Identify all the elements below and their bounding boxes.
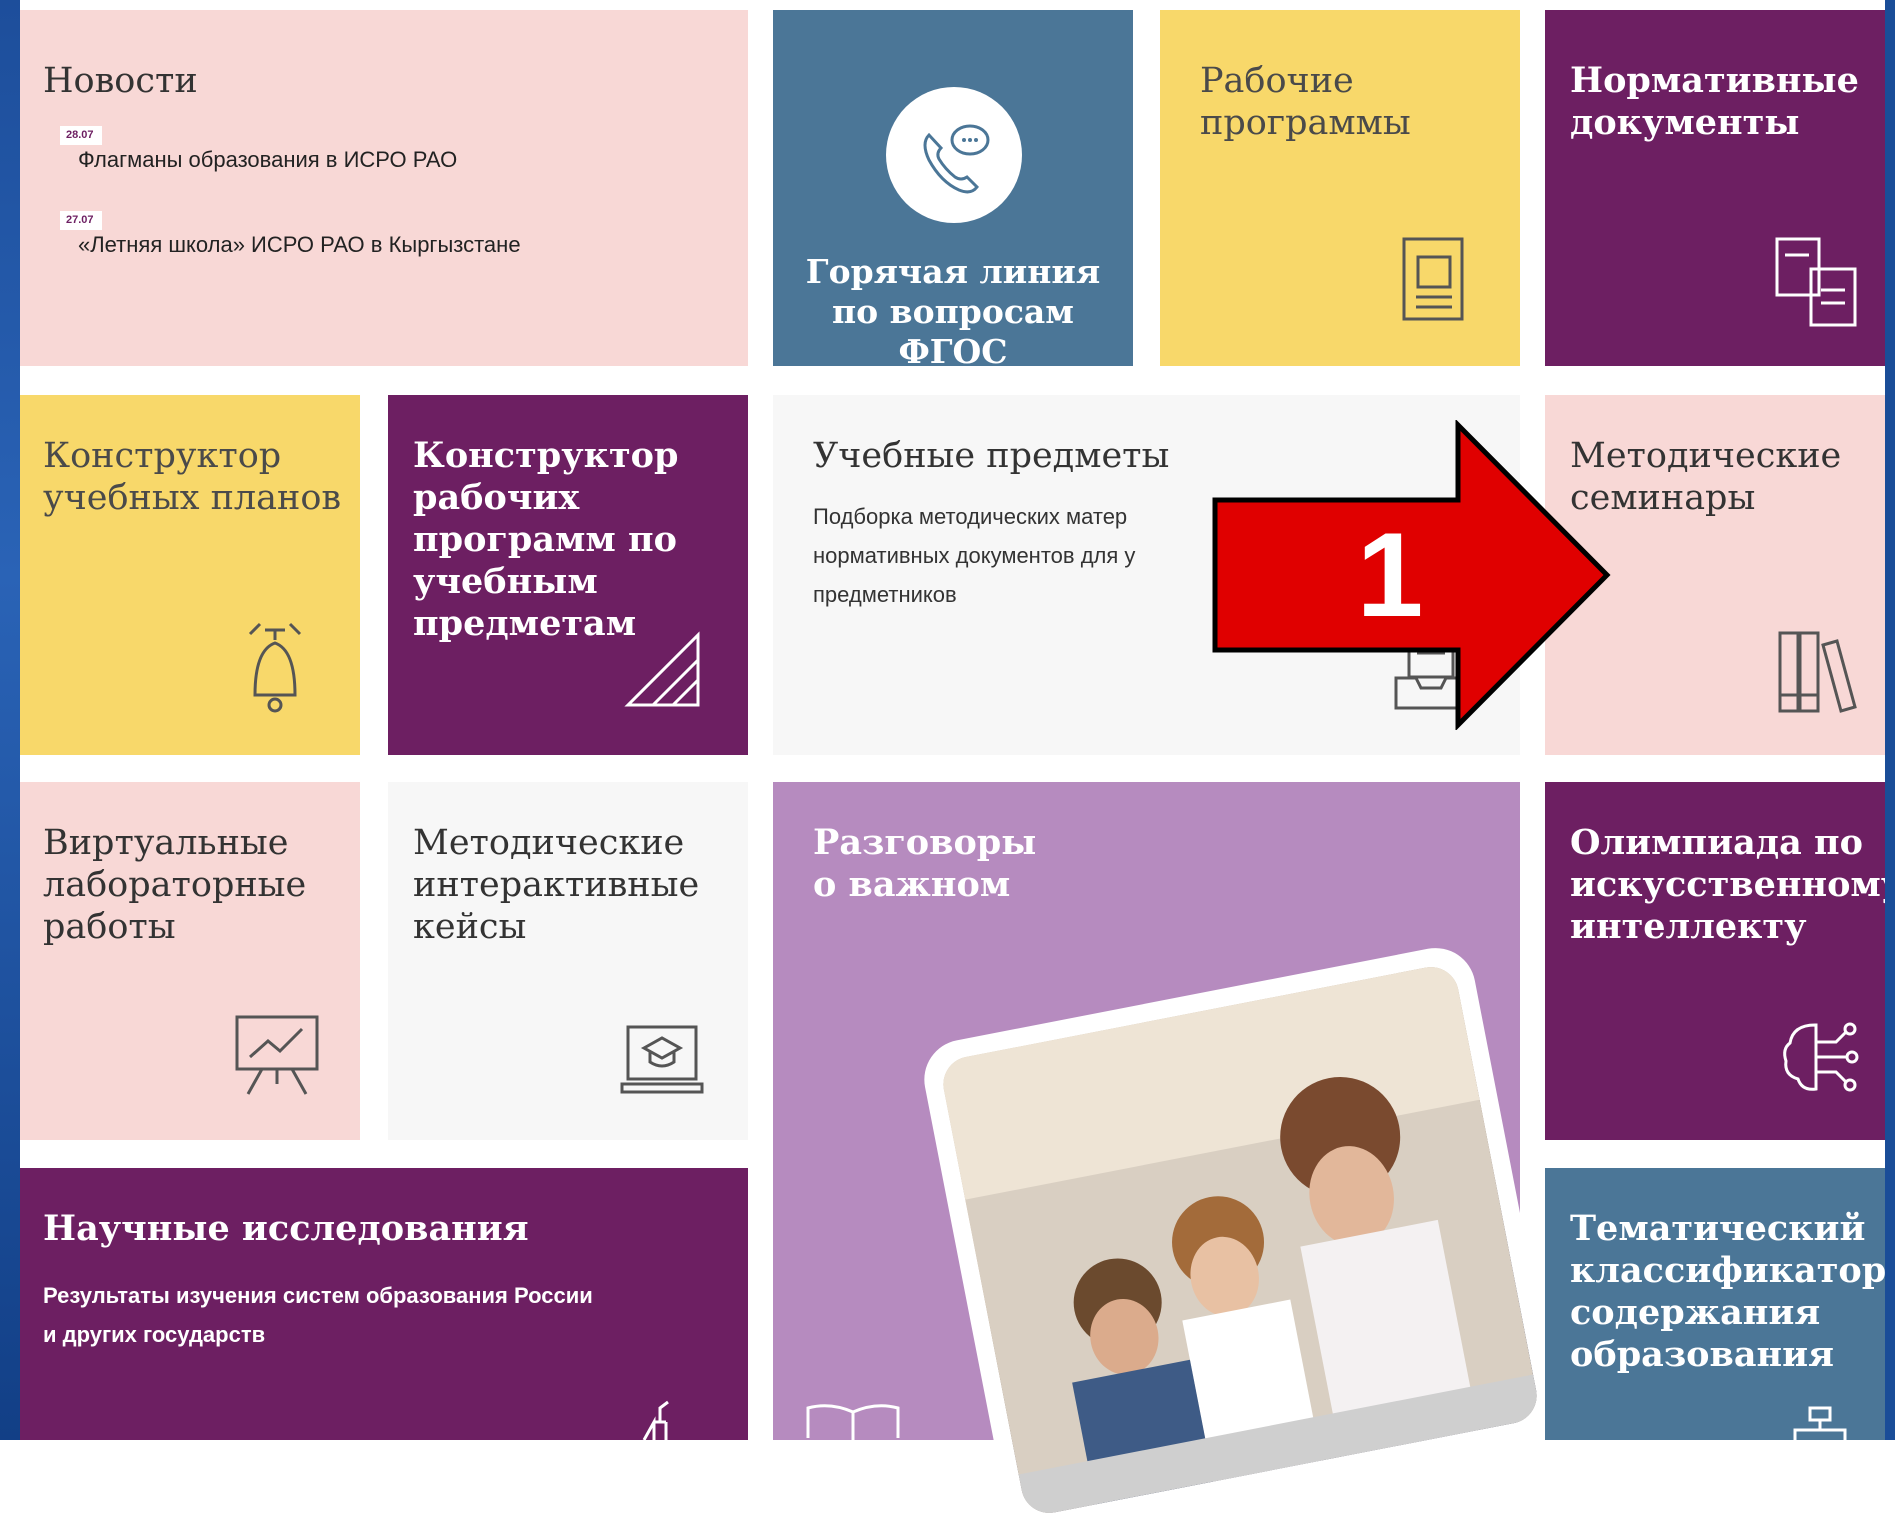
virtual-labs-tile[interactable]: Виртуальные лабораторные работы bbox=[20, 782, 360, 1140]
books-icon bbox=[1775, 625, 1860, 715]
subjects-description: Подборка методических матер нормативных … bbox=[813, 497, 1135, 614]
news-tile[interactable]: Новости 28.07 Флагманы образования в ИСР… bbox=[20, 10, 748, 366]
news-text[interactable]: «Летняя школа» ИСРО РАО в Кыргызстане bbox=[60, 232, 521, 258]
ai-olympiad-tile[interactable]: Олимпиада по искусственному интеллекту bbox=[1545, 782, 1885, 1140]
documents-icon bbox=[1773, 235, 1863, 330]
research-title: Научные исследования bbox=[43, 1208, 529, 1249]
ruler-triangle-icon bbox=[623, 625, 703, 710]
virtual-labs-title: Виртуальные лабораторные работы bbox=[43, 823, 307, 947]
presentation-board-icon bbox=[232, 1012, 322, 1097]
curriculum-builder-tile[interactable]: Конструктор учебных планов bbox=[20, 395, 360, 755]
subjects-description-line: нормативных документов для у bbox=[813, 543, 1136, 568]
classifier-title: Тематический классификатор содержания об… bbox=[1570, 1208, 1885, 1375]
left-background-band bbox=[0, 0, 20, 1440]
phone-chat-icon bbox=[884, 85, 1024, 225]
bell-icon bbox=[240, 620, 310, 715]
news-item[interactable]: 27.07 «Летняя школа» ИСРО РАО в Кыргызст… bbox=[60, 210, 521, 258]
curriculum-builder-title: Конструктор учебных планов bbox=[43, 436, 342, 518]
research-tile[interactable]: Научные исследования Результаты изучения… bbox=[20, 1168, 748, 1440]
news-date: 27.07 bbox=[60, 211, 102, 230]
structure-icon bbox=[1785, 1406, 1855, 1440]
right-background-band bbox=[1885, 0, 1895, 1440]
work-programs-tile[interactable]: Рабочие программы bbox=[1160, 10, 1520, 366]
news-item[interactable]: 28.07 Флагманы образования в ИСРО РАО bbox=[60, 125, 457, 173]
work-programs-title: Рабочие программы bbox=[1200, 61, 1411, 143]
news-title: Новости bbox=[43, 61, 198, 101]
news-date: 28.07 bbox=[60, 126, 102, 145]
important-talks-title: Разговоры о важном bbox=[813, 822, 1037, 905]
interactive-cases-title: Методические интерактивные кейсы bbox=[413, 823, 700, 947]
research-description-line: и других государств bbox=[43, 1322, 266, 1347]
normative-docs-tile[interactable]: Нормативные документы bbox=[1545, 10, 1885, 366]
news-text[interactable]: Флагманы образования в ИСРО РАО bbox=[60, 147, 457, 173]
document-icon bbox=[1400, 235, 1470, 325]
photo-image bbox=[938, 962, 1542, 1518]
hotline-tile[interactable]: Горячая линия по вопросам ФГОС bbox=[773, 10, 1133, 366]
research-description: Результаты изучения систем образования Р… bbox=[43, 1276, 593, 1354]
subjects-description-line: предметников bbox=[813, 582, 957, 607]
laptop-graduation-icon bbox=[620, 1022, 705, 1097]
research-description-line: Результаты изучения систем образования Р… bbox=[43, 1283, 593, 1308]
classifier-tile[interactable]: Тематический классификатор содержания об… bbox=[1545, 1168, 1885, 1440]
flask-icon bbox=[640, 1400, 680, 1440]
work-program-builder-title: Конструктор рабочих программ по учебным … bbox=[413, 435, 679, 644]
normative-docs-title: Нормативные документы bbox=[1570, 60, 1859, 143]
annotation-number: 1 bbox=[1356, 508, 1424, 642]
ai-brain-icon bbox=[1780, 1017, 1865, 1097]
classroom-photo bbox=[917, 941, 1563, 1539]
work-program-builder-tile[interactable]: Конструктор рабочих программ по учебным … bbox=[388, 395, 748, 755]
interactive-cases-tile[interactable]: Методические интерактивные кейсы bbox=[388, 782, 748, 1140]
ai-olympiad-title: Олимпиада по искусственному интеллекту bbox=[1570, 822, 1885, 947]
hotline-title: Горячая линия по вопросам ФГОС bbox=[805, 252, 1101, 366]
subjects-title: Учебные предметы bbox=[813, 436, 1170, 476]
open-book-icon bbox=[803, 1400, 903, 1440]
subjects-description-line: Подборка методических матер bbox=[813, 504, 1128, 529]
